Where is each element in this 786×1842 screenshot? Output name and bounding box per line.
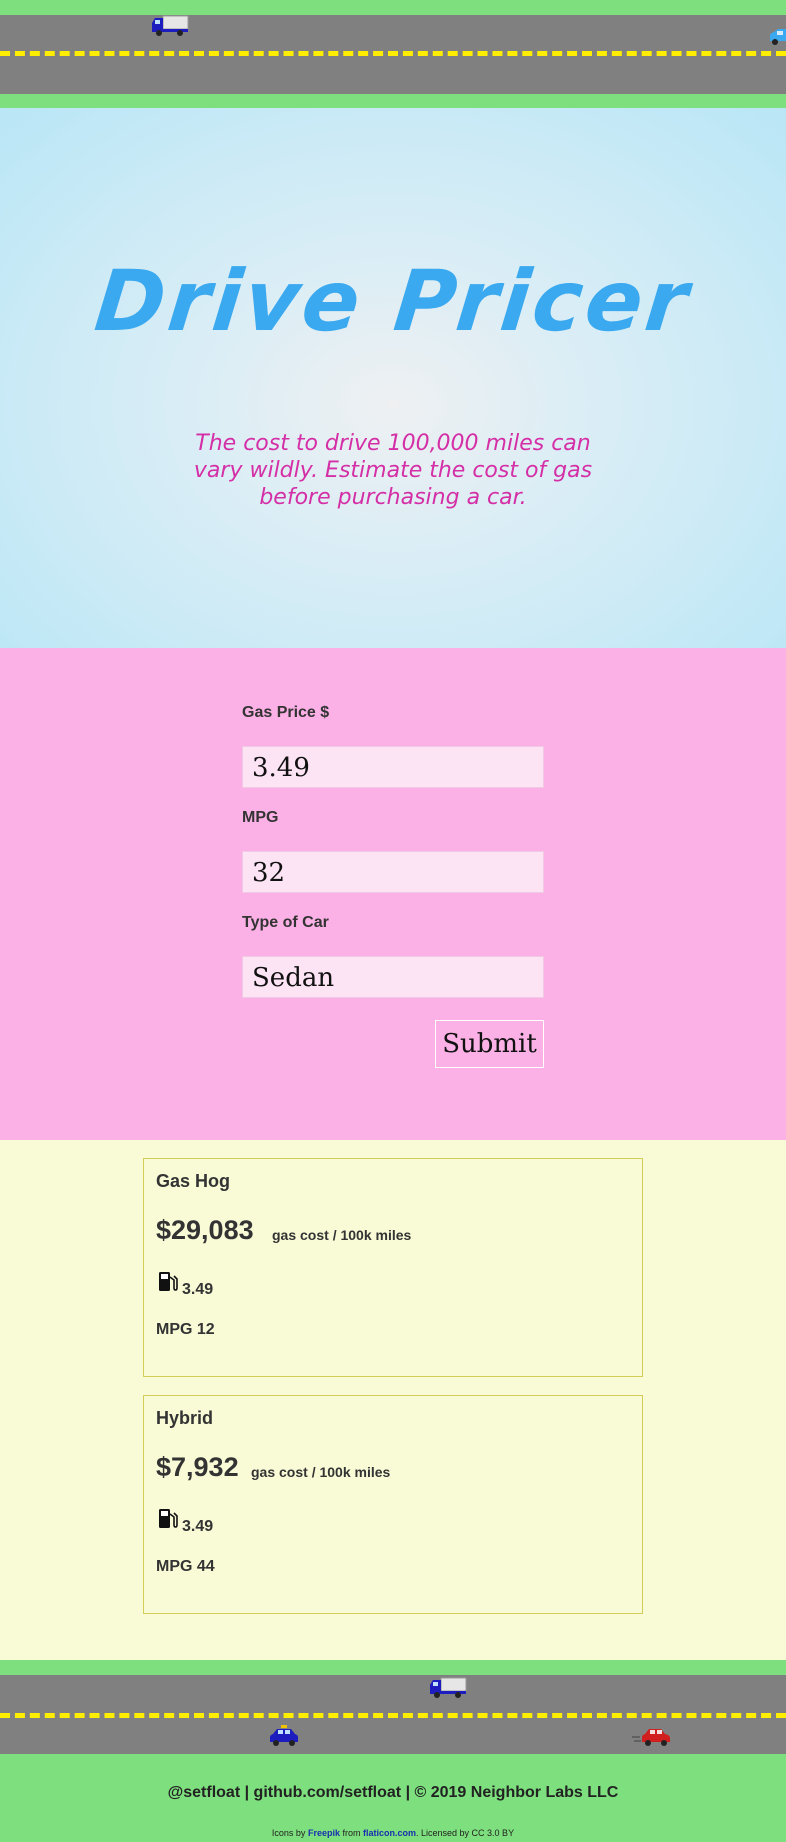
twitter-handle-link[interactable]: @setfloat: [168, 1784, 241, 1801]
mpg-label: MPG: [242, 809, 279, 826]
mpg-input[interactable]: 32: [242, 851, 544, 893]
github-link[interactable]: github.com/setfloat: [254, 1784, 402, 1801]
icon-credit: Icons by Freepik from flaticon.com. Lice…: [0, 1828, 786, 1838]
submit-button[interactable]: Submit: [435, 1020, 544, 1068]
credit-from: from: [342, 1828, 361, 1838]
top-road-banner: [0, 0, 786, 108]
car-icon: [632, 1729, 670, 1746]
credit-license: . Licensed by CC 3.0 BY: [416, 1828, 515, 1838]
result-card-hybrid: Hybrid $7,932 gas cost / 100k miles 3.49…: [143, 1395, 643, 1614]
freepik-link[interactable]: Freepik: [308, 1828, 340, 1838]
mpg-value: MPG 44: [156, 1558, 215, 1575]
gas-cost-label: gas cost / 100k miles: [272, 1227, 412, 1243]
flaticon-link[interactable]: flaticon.com: [363, 1828, 416, 1838]
truck-icon: [430, 1677, 467, 1698]
car-icon: [770, 29, 786, 45]
pricing-form: Gas Price $ 3.49 MPG 32 Type of Car Seda…: [0, 648, 786, 1140]
footer-line: @setfloat | github.com/setfloat | © 2019…: [0, 1784, 786, 1802]
bottom-lane-divider: [0, 1713, 786, 1718]
car-type-name: Gas Hog: [156, 1171, 231, 1191]
gas-pump-icon: [159, 1272, 178, 1291]
taxi-car-icon: [270, 1725, 298, 1746]
gas-price-value: 3.49: [182, 1281, 214, 1298]
footer: @setfloat | github.com/setfloat | © 2019…: [0, 1754, 786, 1842]
app-title: Drive Pricer: [90, 252, 696, 350]
mpg-value: MPG 12: [156, 1321, 215, 1338]
results-section: Gas Hog $29,083 gas cost / 100k miles 3.…: [0, 1140, 786, 1660]
gas-cost-value: $7,932: [156, 1452, 239, 1482]
gas-pump-icon: [159, 1509, 178, 1528]
car-type-name: Hybrid: [156, 1408, 214, 1428]
credit-prefix: Icons by: [271, 1828, 306, 1838]
gas-price-value: 3.49: [182, 1518, 214, 1535]
car-type-input[interactable]: Sedan: [242, 956, 544, 998]
separator: |: [244, 1784, 250, 1801]
bottom-road-banner: [0, 1660, 786, 1754]
truck-icon: [152, 15, 189, 36]
top-lane-divider: [0, 51, 786, 56]
car-type-label: Type of Car: [242, 914, 329, 931]
gas-cost-label: gas cost / 100k miles: [251, 1464, 391, 1480]
gas-cost-value: $29,083: [156, 1215, 254, 1245]
result-card-gas-hog: Gas Hog $29,083 gas cost / 100k miles 3.…: [143, 1158, 643, 1377]
tagline: The cost to drive 100,000 miles can vary…: [193, 431, 593, 510]
copyright-text: © 2019 Neighbor Labs LLC: [414, 1784, 619, 1801]
gas-price-input[interactable]: 3.49: [242, 746, 544, 788]
gas-price-label: Gas Price $: [242, 704, 330, 721]
separator: |: [405, 1784, 411, 1801]
hero-section: Drive Pricer The cost to drive 100,000 m…: [0, 108, 786, 648]
